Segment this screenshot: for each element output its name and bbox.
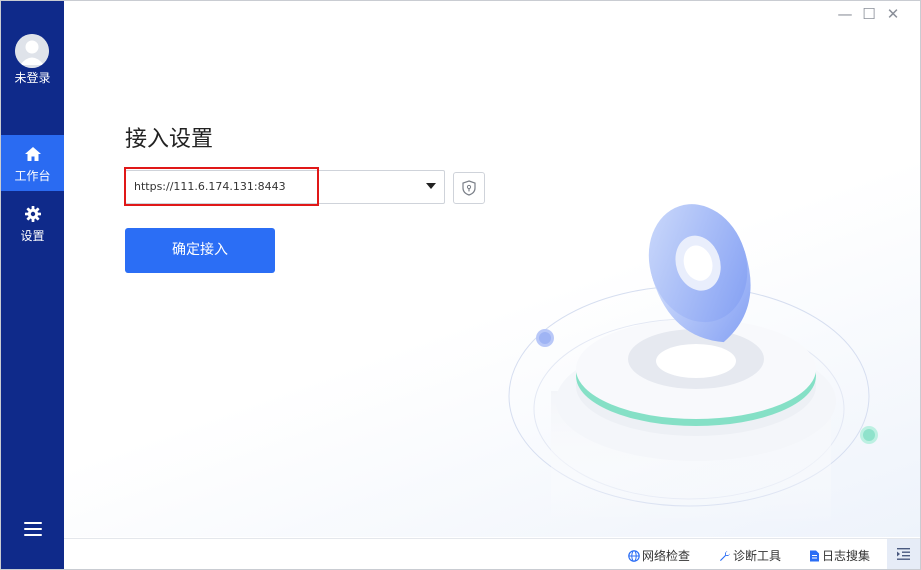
diagnostic-tools-button[interactable]: 诊断工具 bbox=[719, 547, 781, 564]
gear-icon bbox=[24, 206, 41, 222]
bottom-toolbar: 网络检查 诊断工具 日志搜集 bbox=[64, 538, 920, 569]
log-collect-label: 日志搜集 bbox=[822, 549, 871, 563]
sidebar-item-settings[interactable]: 设置 bbox=[1, 195, 64, 251]
avatar[interactable] bbox=[15, 34, 49, 68]
server-url-input[interactable] bbox=[126, 171, 416, 203]
indent-icon bbox=[897, 548, 910, 560]
shield-icon bbox=[462, 180, 476, 196]
globe-icon bbox=[628, 550, 640, 562]
collapse-panel-button[interactable] bbox=[887, 539, 920, 569]
document-icon bbox=[810, 550, 819, 562]
dropdown-caret-icon[interactable] bbox=[426, 183, 436, 189]
home-icon bbox=[24, 147, 41, 161]
network-check-label: 网络检查 bbox=[642, 549, 691, 563]
location-pin-illustration bbox=[508, 204, 878, 526]
app-window: 未登录 工作台 设置 — ☐ ✕ 接入设置 https://111.6.174.… bbox=[0, 0, 921, 570]
sidebar: 未登录 工作台 设置 bbox=[1, 1, 64, 569]
close-icon[interactable]: ✕ bbox=[883, 6, 903, 24]
sidebar-item-workbench[interactable]: 工作台 bbox=[1, 135, 64, 191]
login-status-label[interactable]: 未登录 bbox=[1, 69, 64, 86]
certificate-button[interactable] bbox=[453, 172, 485, 204]
page-title: 接入设置 bbox=[125, 127, 214, 152]
diagnostic-tools-label: 诊断工具 bbox=[733, 549, 782, 563]
log-collect-button[interactable]: 日志搜集 bbox=[809, 547, 870, 564]
network-check-button[interactable]: 网络检查 bbox=[628, 547, 690, 564]
sidebar-item-label: 设置 bbox=[20, 229, 45, 243]
minimize-icon[interactable]: — bbox=[835, 6, 855, 24]
user-avatar-icon bbox=[15, 34, 49, 68]
maximize-icon[interactable]: ☐ bbox=[859, 6, 879, 24]
wrench-icon bbox=[720, 551, 730, 561]
server-url-combobox[interactable] bbox=[125, 170, 445, 204]
sidebar-item-label: 工作台 bbox=[14, 169, 51, 183]
confirm-connect-button[interactable]: 确定接入 bbox=[125, 228, 275, 273]
hamburger-menu-icon[interactable] bbox=[24, 522, 42, 538]
